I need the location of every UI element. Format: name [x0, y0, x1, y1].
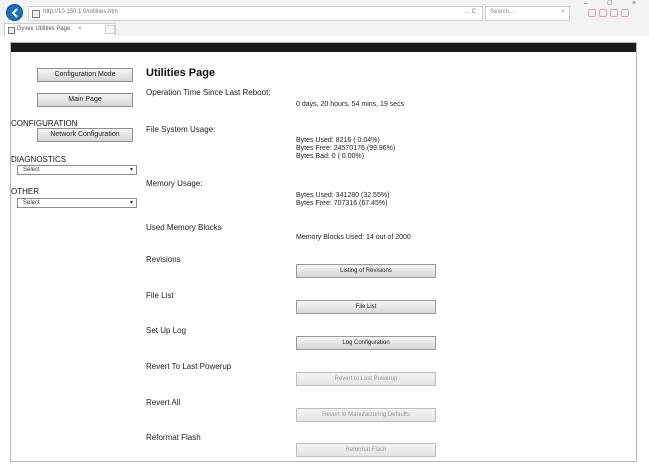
page-header-bar — [11, 43, 636, 52]
diagnostics-select[interactable]: Select ▾ — [17, 165, 137, 175]
tab-close-icon[interactable]: × — [78, 26, 82, 32]
address-url: http://10.150.1.0/utilities.htm — [43, 9, 119, 15]
search-placeholder: Search... — [490, 9, 515, 15]
tab-title: Dyvex Utilities Page — [17, 26, 71, 32]
used-memory-blocks-label: Used Memory Blocks — [146, 223, 222, 232]
revert-to-last-powerup-label: Revert To Last Powerup — [146, 362, 232, 371]
mem-bytes-used: Bytes Used: 341280 (32.55%) — [296, 192, 390, 199]
diagnostics-select-value: Select — [23, 167, 40, 173]
revert-to-manufacturing-defaults-button[interactable]: Revert to Manufacturing Defaults — [296, 408, 436, 422]
browser-tab[interactable]: Dyvex Utilities Page × — [4, 23, 116, 36]
chevron-down-icon: ▾ — [129, 167, 133, 173]
configuration-mode-button[interactable]: Configuration Mode — [37, 68, 133, 82]
web-page: Configuration Mode Main Page CONFIGURATI… — [10, 42, 637, 462]
other-heading: OTHER — [11, 187, 39, 196]
file-list-button[interactable]: File List — [296, 300, 436, 314]
file-list-label: File List — [146, 291, 174, 300]
revert-to-last-powerup-button[interactable]: Revert to Last Powerup — [296, 372, 436, 386]
favorites-icon[interactable] — [599, 9, 607, 17]
search-box[interactable]: Search... ⌕ — [485, 6, 570, 21]
operation-time-value: 0 days, 20 hours, 54 mins, 19 secs — [296, 101, 405, 108]
fs-bytes-free: Bytes Free: 24570176 (99.96%) — [296, 145, 396, 152]
revert-all-label: Revert All — [146, 398, 181, 407]
main-page-button[interactable]: Main Page — [37, 93, 133, 107]
chevron-down-icon: ▾ — [129, 200, 133, 206]
smiley-icon[interactable] — [621, 9, 629, 17]
memory-usage-label: Memory Usage: — [146, 179, 203, 188]
page-title: Utilities Page — [146, 67, 216, 79]
search-icon[interactable]: ⌕ — [561, 8, 565, 16]
window-controls[interactable]: – □ × — [584, 0, 645, 7]
tab-page-icon — [8, 27, 15, 34]
network-configuration-button[interactable]: Network Configuration — [37, 128, 133, 142]
page-icon — [32, 10, 40, 18]
file-system-usage-label: File System Usage: — [146, 125, 216, 134]
diagnostics-heading: DIAGNOSTICS — [11, 155, 67, 164]
set-up-log-label: Set Up Log — [146, 326, 187, 335]
revisions-label: Revisions — [146, 255, 181, 264]
reformat-flash-label: Reformat Flash — [146, 433, 201, 442]
operation-time-label: Operation Time Since Last Reboot: — [146, 88, 271, 97]
address-bar[interactable]: http://10.150.1.0/utilities.htm → C — [28, 6, 483, 21]
listing-of-revisions-button[interactable]: Listing of Revisions — [296, 264, 436, 278]
other-select[interactable]: Select ▾ — [17, 198, 137, 208]
configuration-heading: CONFIGURATION — [11, 119, 78, 128]
log-configuration-button[interactable]: Log Configuration — [296, 336, 436, 350]
settings-icon[interactable] — [610, 9, 618, 17]
fs-bytes-bad: Bytes Bad: 0 ( 0.00%) — [296, 153, 365, 160]
refresh-icon[interactable]: → C — [464, 9, 476, 15]
home-icon[interactable] — [588, 9, 596, 17]
fs-bytes-used: Bytes Used: 8216 ( 0.04%) — [296, 137, 380, 144]
browser-chrome: http://10.150.1.0/utilities.htm → C Sear… — [0, 0, 649, 36]
mem-bytes-free: Bytes Free: 707316 (67.45%) — [296, 200, 388, 207]
memory-blocks-value: Memory Blocks Used: 14 out of 2000 — [296, 234, 411, 241]
other-select-value: Select — [23, 200, 40, 206]
reformat-flash-button[interactable]: Reformat Flash — [296, 443, 436, 457]
back-arrow-icon[interactable] — [6, 4, 23, 21]
toolbar-icons — [588, 9, 646, 19]
new-tab-button[interactable] — [105, 25, 115, 34]
